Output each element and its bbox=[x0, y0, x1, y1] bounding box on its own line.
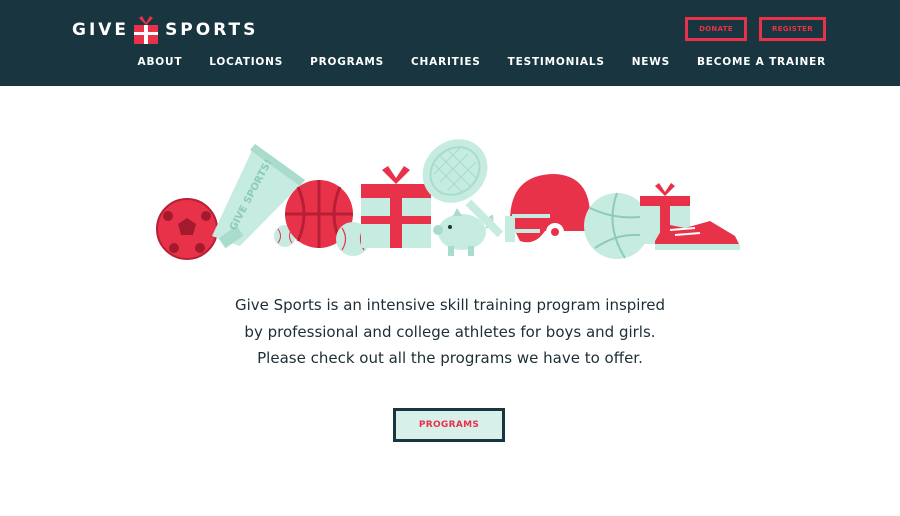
intro-line-2: by professional and college athletes for… bbox=[244, 322, 656, 341]
nav-charities[interactable]: CHARITIES bbox=[411, 56, 481, 68]
sneaker-icon bbox=[655, 221, 740, 250]
intro-line-1: Give Sports is an intensive skill traini… bbox=[234, 296, 666, 314]
main-nav: ABOUT LOCATIONS PROGRAMS CHARITIES TESTI… bbox=[111, 56, 826, 68]
register-button[interactable]: REGISTER bbox=[759, 17, 826, 41]
logo-text-sports: SPORTS bbox=[165, 20, 259, 40]
gift-box-icon bbox=[361, 166, 431, 248]
nav-testimonials[interactable]: TESTIMONIALS bbox=[508, 56, 605, 68]
nav-locations[interactable]: LOCATIONS bbox=[209, 56, 283, 68]
programs-button[interactable]: PROGRAMS bbox=[393, 408, 505, 442]
donate-button[interactable]: DONATE bbox=[685, 17, 747, 41]
site-logo[interactable]: GIVE SPORTS bbox=[72, 15, 258, 45]
gift-icon bbox=[133, 15, 159, 45]
nav-become-a-trainer[interactable]: BECOME A TRAINER bbox=[697, 56, 826, 68]
logo-text-give: GIVE bbox=[72, 20, 130, 40]
football-helmet-icon bbox=[505, 174, 590, 243]
hero-illustration: GIVE SPORTS! bbox=[150, 136, 750, 266]
soccer-ball-icon bbox=[156, 198, 218, 260]
intro-line-3: Please check out all the programs we hav… bbox=[257, 349, 643, 367]
site-header: GIVE SPORTS DONATE REGISTER ABOUT LOCATI… bbox=[0, 0, 900, 86]
nav-programs[interactable]: PROGRAMS bbox=[310, 56, 384, 68]
nav-about[interactable]: ABOUT bbox=[138, 56, 183, 68]
nav-news[interactable]: NEWS bbox=[632, 56, 670, 68]
intro-text: Give Sports is an intensive skill traini… bbox=[0, 292, 900, 372]
